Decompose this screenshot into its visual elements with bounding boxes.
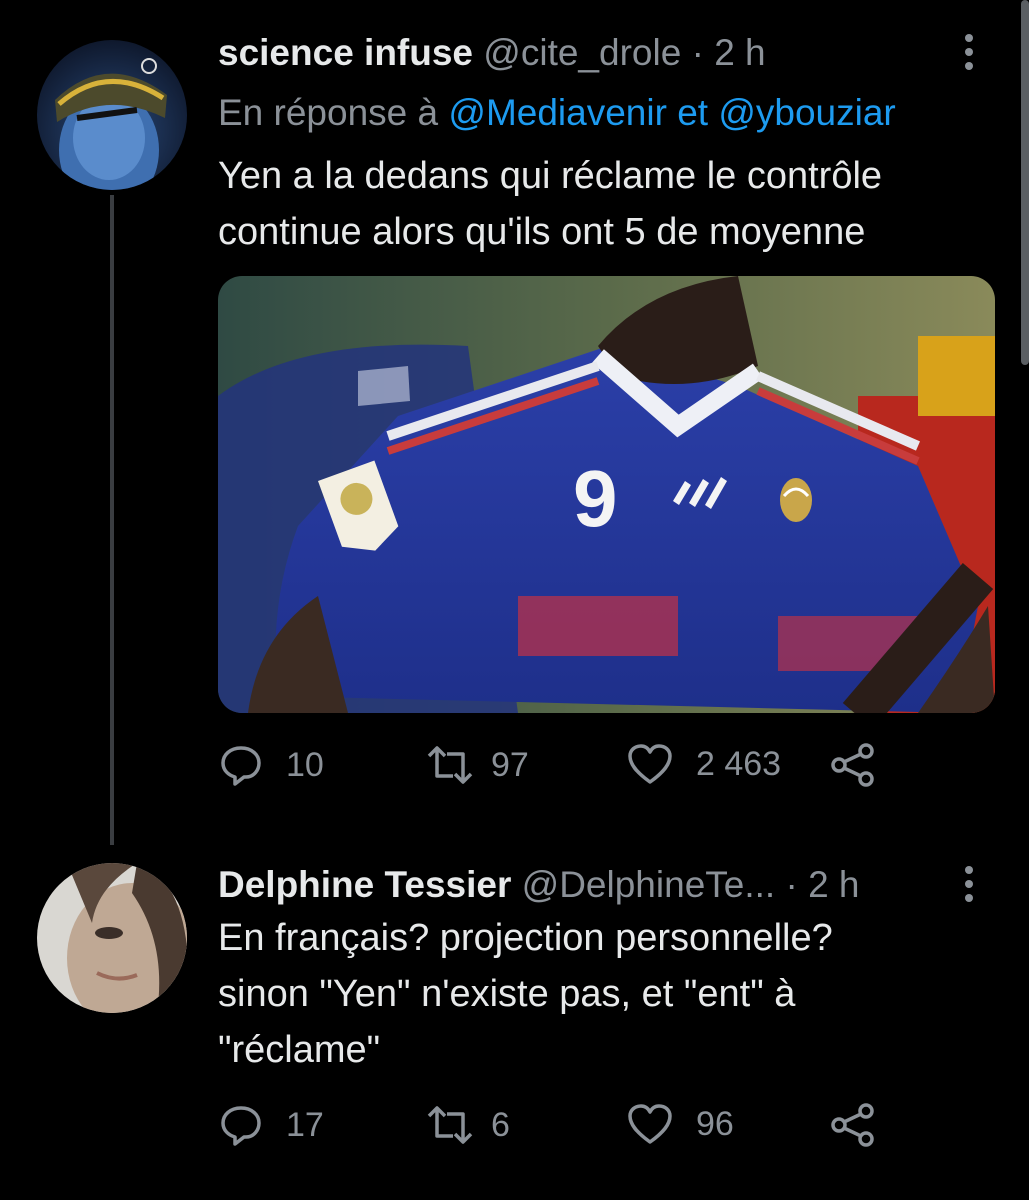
tweet-actions: 17 6 96 xyxy=(218,1102,898,1162)
author-handle[interactable]: @cite_drole xyxy=(483,32,681,73)
author-name[interactable]: Delphine Tessier xyxy=(218,864,511,905)
reply-icon xyxy=(218,742,264,788)
tweet-text-line: "réclame" xyxy=(218,1029,381,1071)
jersey-number: 9 xyxy=(573,454,618,543)
reply-button[interactable]: 10 xyxy=(218,742,324,788)
like-count: 2 463 xyxy=(696,744,782,783)
tweet-text-line: Yen a la dedans qui réclame le contrôle xyxy=(218,155,883,197)
timestamp[interactable]: 2 h xyxy=(714,32,765,73)
retweet-icon xyxy=(423,1102,477,1148)
reply-button[interactable]: 17 xyxy=(218,1102,324,1148)
reply-context: En réponse à @Mediavenir et @ybouziar xyxy=(218,92,896,134)
reply-prefix: En réponse à xyxy=(218,92,439,133)
share-button[interactable] xyxy=(830,742,876,788)
tweet-text: En français? projection personnelle? sin… xyxy=(218,910,833,1078)
tweet-header: Delphine Tessier @DelphineTe... · 2 h xyxy=(218,866,860,903)
tweet-text: Yen a la dedans qui réclame le contrôle … xyxy=(218,148,882,260)
tweet-actions: 10 97 2 463 xyxy=(218,742,898,802)
separator-dot: · xyxy=(785,864,798,905)
tweet-media-image[interactable]: 9 xyxy=(218,276,995,713)
avatar[interactable] xyxy=(37,863,187,1013)
retweet-button[interactable]: 6 xyxy=(423,1102,510,1148)
retweet-icon xyxy=(423,742,477,788)
reply-icon xyxy=(218,1102,264,1148)
avatar[interactable] xyxy=(37,40,187,190)
reply-count: 17 xyxy=(286,1105,324,1144)
retweet-button[interactable]: 97 xyxy=(423,742,529,788)
mention-link[interactable]: @ybouziar xyxy=(718,92,895,133)
heart-icon xyxy=(626,1102,674,1146)
like-button[interactable]: 2 463 xyxy=(626,742,781,786)
share-icon xyxy=(830,1102,876,1148)
like-button[interactable]: 96 xyxy=(626,1102,734,1146)
author-name[interactable]: science infuse xyxy=(218,32,473,73)
tweet[interactable]: science infuse @cite_drole · 2 h En répo… xyxy=(0,0,1029,845)
tweet-text-line: sinon "Yen" n'existe pas, et "ent" à xyxy=(218,973,796,1015)
share-button[interactable] xyxy=(830,1102,876,1148)
separator-dot: · xyxy=(691,32,704,73)
retweet-count: 6 xyxy=(491,1105,510,1144)
heart-icon xyxy=(626,742,674,786)
author-handle[interactable]: @DelphineTe... xyxy=(522,864,776,905)
retweet-count: 97 xyxy=(491,745,529,784)
like-count: 96 xyxy=(696,1104,734,1143)
more-vertical-icon[interactable] xyxy=(962,32,976,86)
more-vertical-icon[interactable] xyxy=(962,864,976,918)
mention-link[interactable]: @Mediavenir xyxy=(448,92,667,133)
share-icon xyxy=(830,742,876,788)
reply-joiner: et xyxy=(677,92,709,133)
tweet-text-line: En français? projection personnelle? xyxy=(218,917,833,959)
tweet-text-line: continue alors qu'ils ont 5 de moyenne xyxy=(218,211,866,253)
timestamp[interactable]: 2 h xyxy=(808,864,859,905)
reply-count: 10 xyxy=(286,745,324,784)
